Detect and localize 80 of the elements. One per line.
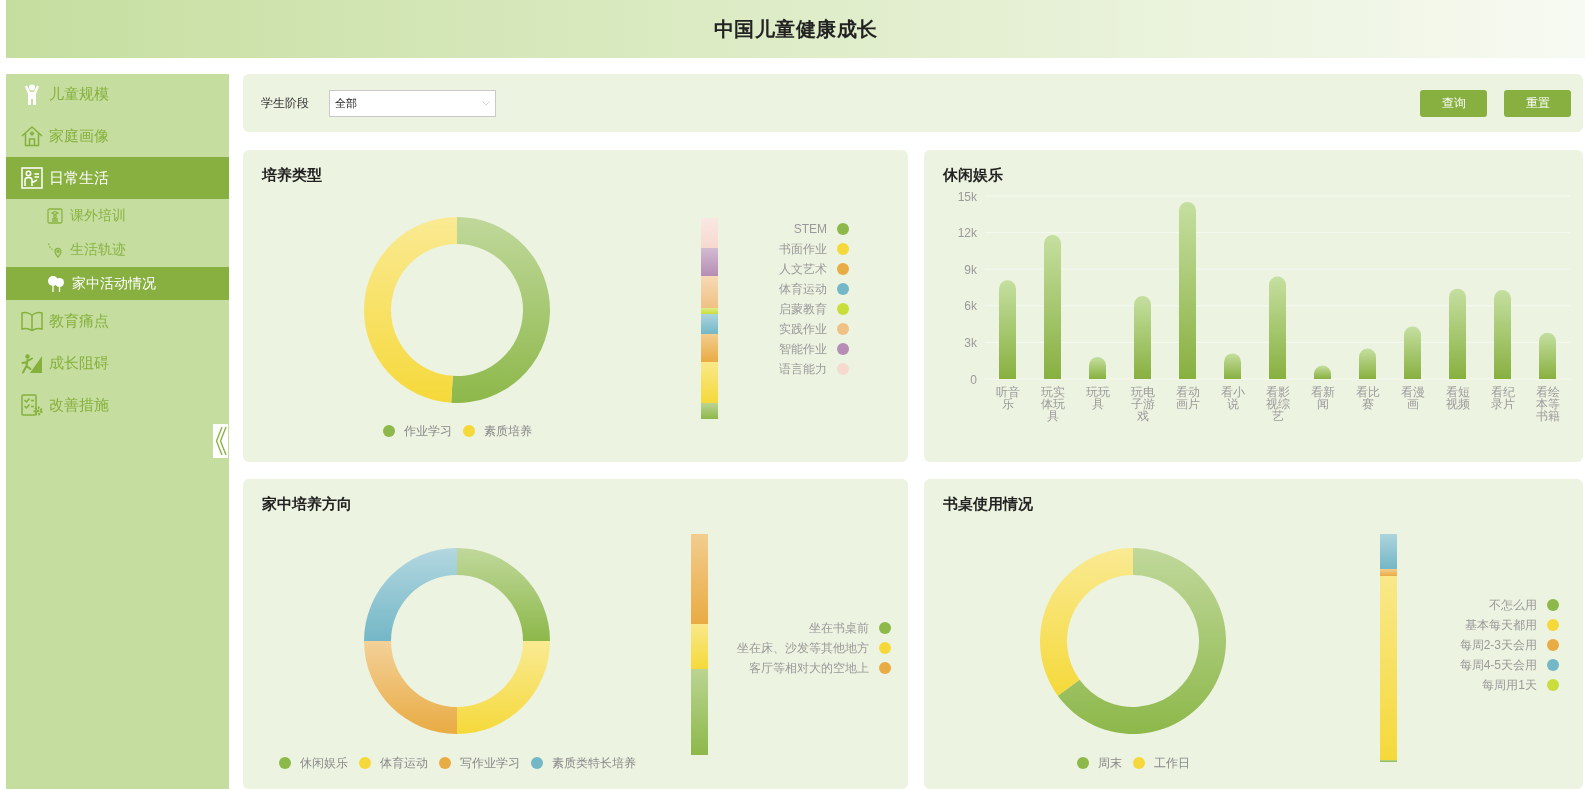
card-title: 家中培养方向 (262, 494, 352, 514)
x-axis-label: 玩实体玩具 (1040, 385, 1065, 423)
legend-label: 写作业学习 (459, 754, 520, 772)
y-axis-label: 0 (970, 372, 977, 387)
legend-label: 基本每天都用 (1465, 616, 1537, 634)
bar (1359, 348, 1376, 379)
legend-label: 作业学习 (403, 422, 452, 440)
nav-item[interactable]: 教育痛点 (6, 300, 229, 342)
x-axis-label: 看纪录片 (1490, 385, 1515, 411)
location-pin-icon (47, 242, 63, 258)
collapse-button[interactable] (213, 424, 228, 458)
y-axis-label: 6k (964, 299, 977, 314)
x-axis-label: 听音乐 (995, 385, 1020, 411)
balloons-icon (47, 274, 65, 293)
legend-label: 实践作业 (779, 320, 827, 338)
legend-label: 素质类特长培养 (551, 754, 636, 772)
legend-label: 休闲娱乐 (299, 754, 348, 772)
bar (1224, 353, 1241, 379)
y-axis-label: 9k (964, 262, 977, 277)
card-title: 休闲娱乐 (943, 165, 1003, 185)
nav-subitem[interactable]: 生活轨迹 (6, 233, 229, 267)
legend-label: 坐在床、沙发等其他地方 (737, 639, 869, 657)
legend-label: 体育运动 (779, 280, 827, 298)
legend-label: STEM (793, 222, 827, 236)
legend-label: 人文艺术 (779, 260, 827, 278)
filter-label: 学生阶段 (261, 94, 309, 112)
legend-label: 周末 (1097, 754, 1122, 772)
nav-subitem[interactable]: 家中活动情况 (6, 267, 229, 300)
stage-select[interactable]: 全部 (329, 89, 496, 117)
bar (1404, 326, 1421, 379)
bar (1314, 365, 1331, 379)
y-axis-label: 3k (964, 335, 977, 350)
open-book-icon (21, 310, 43, 332)
double-chevron-icon (214, 426, 227, 456)
x-axis-label: 玩电子游戏 (1130, 385, 1155, 423)
caret-icon (482, 100, 490, 106)
bar-segment (701, 218, 718, 248)
x-axis-label: 看影视综艺 (1265, 385, 1290, 423)
nav-item[interactable]: 日常生活 (6, 157, 229, 199)
x-axis-label: 玩玩具 (1085, 385, 1110, 411)
legend-label: 客厅等相对大的空地上 (749, 659, 869, 677)
legend-label: 每周4-5天会用 (1459, 656, 1537, 674)
nav-item[interactable]: 改善措施 (6, 384, 229, 426)
y-axis-label: 12k (957, 226, 977, 241)
card-title: 书桌使用情况 (943, 494, 1033, 514)
legend-label: 启蒙教育 (779, 300, 827, 318)
climber-icon (21, 352, 43, 374)
x-axis-label: 看绘本等书籍 (1535, 385, 1560, 423)
legend-label: 语言能力 (779, 360, 827, 378)
legend-label: 书面作业 (779, 240, 827, 258)
query-button[interactable]: 查询 (1420, 89, 1487, 117)
checklist-gear-icon (21, 394, 43, 416)
x-axis-label: 看小说 (1220, 385, 1245, 411)
legend-label: 每周用1天 (1482, 676, 1537, 694)
legend-label: 智能作业 (779, 340, 827, 358)
x-axis-label: 看比赛 (1355, 385, 1380, 411)
legend-label: 工作日 (1153, 754, 1190, 772)
x-axis-label: 看短视频 (1445, 385, 1470, 411)
legend-label: 每周2-3天会用 (1459, 636, 1537, 654)
legend-label: 素质培养 (483, 422, 532, 440)
legend-label: 不怎么用 (1489, 596, 1537, 614)
legend-label: 坐在书桌前 (809, 619, 869, 637)
house-icon (21, 125, 43, 147)
reset-button[interactable]: 重置 (1504, 89, 1571, 117)
nav-item[interactable]: 家庭画像 (6, 115, 229, 157)
x-axis-label: 看新闻 (1310, 385, 1335, 411)
card-title: 培养类型 (262, 165, 322, 185)
nav-subitem[interactable]: 课外培训 (6, 199, 229, 233)
bar (1539, 332, 1556, 379)
page-title: 中国儿童健康成长 (713, 16, 878, 42)
nav-item[interactable]: 成长阻碍 (6, 342, 229, 384)
y-axis-label: 15k (957, 189, 977, 204)
x-axis-label: 看漫画 (1400, 385, 1425, 411)
person-board-icon (21, 167, 43, 189)
nav-item[interactable]: 儿童规模 (6, 74, 229, 115)
bar-segment (701, 247, 718, 276)
id-card-icon (47, 208, 63, 224)
x-axis-label: 看动画片 (1175, 385, 1200, 411)
bar (1089, 357, 1106, 379)
legend-label: 体育运动 (379, 754, 428, 772)
